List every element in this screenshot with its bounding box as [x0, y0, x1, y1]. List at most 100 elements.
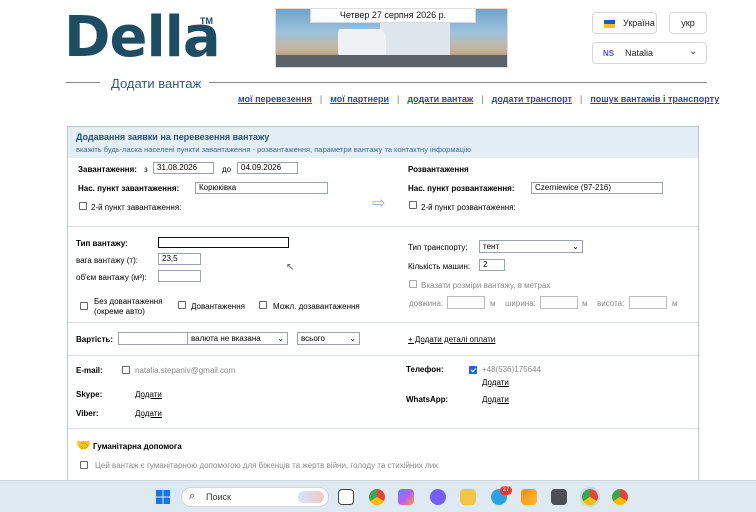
unloading-place-input[interactable]: Czerniewice (97-216)	[531, 182, 663, 194]
task-view-icon[interactable]	[338, 489, 354, 505]
price-input[interactable]	[118, 332, 188, 345]
chevron-down-icon: ⌄	[689, 46, 698, 57]
windows-start-icon[interactable]	[155, 489, 171, 505]
search-icon: ⌕	[189, 490, 196, 502]
copilot-icon[interactable]	[398, 489, 414, 505]
height-label: висота:	[597, 299, 625, 308]
search-placeholder: Поиск	[206, 492, 231, 502]
phone-add-link[interactable]: Додати	[482, 378, 509, 387]
date-banner[interactable]: Четвер 27 серпня 2026 р.	[275, 8, 508, 68]
title-divider-right	[209, 82, 707, 83]
unloading-label: Розвантаження	[408, 165, 469, 174]
length-input[interactable]	[447, 296, 485, 309]
loading-date-from[interactable]: 31.08.2026	[153, 162, 214, 174]
transport-type-label: Тип транспорту:	[408, 243, 468, 252]
loading-date-to[interactable]: 04.09.2026	[237, 162, 298, 174]
language-button[interactable]: укр	[669, 12, 707, 34]
viber-icon[interactable]	[430, 489, 446, 505]
no-reload-checkbox[interactable]	[80, 302, 88, 310]
length-unit: м	[490, 299, 496, 308]
humanitarian-title: Гуманітарна допомога	[93, 442, 182, 451]
phone-checkbox[interactable]	[469, 366, 477, 374]
section-divider	[68, 428, 698, 429]
skype-label: Skype:	[76, 390, 103, 399]
country-selector[interactable]: Україна	[592, 12, 657, 34]
loading-from-prefix: з	[144, 165, 148, 174]
phone-label: Телефон:	[406, 365, 444, 374]
width-unit: м	[582, 299, 588, 308]
transport-type-select[interactable]: тент ⌄	[479, 240, 583, 253]
humanitarian-checkbox[interactable]	[80, 461, 88, 469]
nav-my-shipments[interactable]: мої перевезення	[238, 94, 312, 104]
search-highlight-image	[298, 491, 324, 503]
arrow-right-icon: ⇨	[372, 195, 386, 212]
user-menu[interactable]: NS Natalia ⌄	[592, 42, 707, 64]
price-scope-value: всього	[301, 334, 325, 343]
width-input[interactable]	[540, 296, 578, 309]
currency-select[interactable]: валюта не вказана ⌄	[187, 332, 288, 345]
nav-search[interactable]: пошук вантажів і транспорту	[590, 94, 719, 104]
loading-place-label: Нас. пункт завантаження:	[78, 184, 180, 193]
email-value: natalia.stepaniv@gmail.com	[135, 366, 236, 375]
phone-value: +48(536)175644	[482, 365, 541, 374]
nav-my-partners[interactable]: мої партнери	[330, 94, 389, 104]
vehicle-count-input[interactable]: 2	[479, 259, 505, 271]
cargo-type-input[interactable]	[158, 237, 289, 248]
nav-add-transport[interactable]: додати транспорт	[492, 94, 572, 104]
main-nav: мої перевезення | мої партнери | додати вант…	[238, 94, 720, 104]
chrome-profile-icon[interactable]	[582, 489, 598, 505]
section-divider	[68, 322, 698, 323]
page-title: Додати вантаж	[111, 76, 202, 91]
title-divider-left	[66, 82, 100, 83]
viber-add-link[interactable]: Додати	[135, 409, 162, 418]
price-scope-select[interactable]: всього ⌄	[297, 332, 360, 345]
cargo-weight-input[interactable]: 23,5	[158, 253, 201, 265]
height-unit: м	[672, 299, 678, 308]
banner-date: Четвер 27 серпня 2026 р.	[310, 9, 476, 23]
form-subtitle: вкажіть будь-ласка населені пункти заван…	[76, 145, 472, 154]
chrome-icon[interactable]	[369, 489, 385, 505]
humanitarian-label: Цей вантаж є гуманітарною допомогою для …	[95, 461, 439, 470]
form-title: Додавання заявки на перевезення вантажу	[76, 132, 270, 142]
cargo-volume-input[interactable]	[158, 270, 201, 282]
maybe-reload-checkbox[interactable]	[259, 301, 267, 309]
vehicle-count-label: Кількість машин:	[408, 262, 471, 271]
second-unloading-checkbox[interactable]	[409, 201, 417, 209]
chrome-icon[interactable]	[612, 489, 628, 505]
add-payment-details-link[interactable]: + Додати деталі оплати	[408, 335, 495, 344]
app-icon[interactable]	[521, 489, 537, 505]
whatsapp-add-link[interactable]: Додати	[482, 395, 509, 404]
second-loading-checkbox[interactable]	[79, 202, 87, 210]
loading-to-prefix: до	[222, 165, 232, 174]
cargo-dims-checkbox[interactable]	[409, 280, 417, 288]
della-logo[interactable]: Della	[64, 8, 221, 68]
transport-type-value: тент	[483, 242, 500, 251]
no-reload-label: Без довантаження	[94, 297, 163, 306]
length-label: довжина:	[409, 299, 444, 308]
reload-checkbox[interactable]	[178, 301, 186, 309]
width-label: ширина:	[505, 299, 536, 308]
calculator-icon[interactable]	[551, 489, 567, 505]
banner-road-image	[276, 55, 507, 67]
user-name: Natalia	[625, 48, 654, 58]
banner-trailer-image	[380, 23, 450, 55]
nav-add-cargo[interactable]: додати вантаж	[407, 94, 473, 104]
whatsapp-label: WhatsApp:	[406, 395, 449, 404]
mouse-cursor-icon: ↖	[286, 262, 295, 273]
ukraine-flag-icon	[604, 20, 615, 28]
taskbar-search[interactable]: ⌕ Поиск	[181, 487, 329, 507]
currency-value: валюта не вказана	[191, 334, 261, 343]
file-explorer-icon[interactable]	[460, 489, 476, 505]
loading-place-input[interactable]: Корюківка	[195, 182, 328, 194]
country-label: Україна	[623, 18, 655, 28]
unloading-place-label: Нас. пункт розвантаження:	[408, 184, 515, 193]
cargo-volume-label: об'єм вантажу (м³):	[76, 273, 147, 282]
loading-label: Завантаження:	[78, 165, 137, 174]
skype-add-link[interactable]: Додати	[135, 390, 162, 399]
telegram-badge: 27	[500, 486, 512, 495]
viber-label: Viber:	[76, 409, 99, 418]
reload-label: Довантаження	[191, 302, 245, 311]
section-divider	[68, 226, 698, 227]
email-checkbox[interactable]	[122, 366, 130, 374]
height-input[interactable]	[629, 296, 667, 309]
